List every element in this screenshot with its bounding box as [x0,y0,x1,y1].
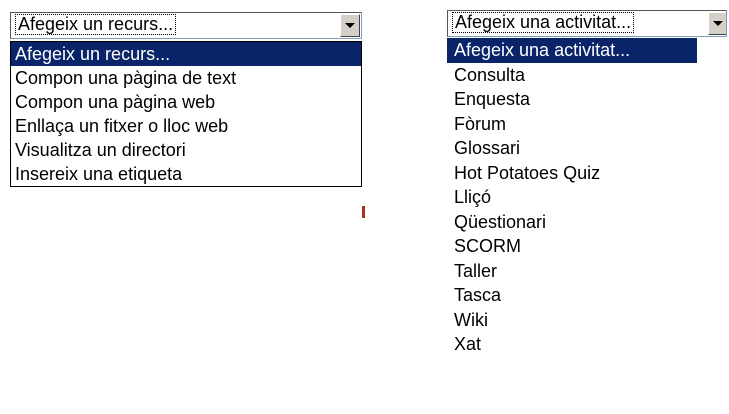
add-resource-dropdown[interactable]: Afegeix un recurs... Afegeix un recurs..… [10,12,362,187]
add-resource-select[interactable]: Afegeix un recurs... [10,12,362,39]
resource-option-web-page[interactable]: Compon una pàgina web [11,90,361,114]
resource-option-link-file[interactable]: Enllaça un fitxer o lloc web [11,114,361,138]
activity-option-hot-potatoes[interactable]: Hot Potatoes Quiz [447,161,697,186]
add-activity-options-list: Afegeix una activitat... Consulta Enques… [447,38,697,357]
activity-option-xat[interactable]: Xat [447,332,697,357]
activity-option-scorm[interactable]: SCORM [447,234,697,259]
activity-option-glossari[interactable]: Glossari [447,136,697,161]
activity-option-llico[interactable]: Lliçó [447,185,697,210]
activity-option-add[interactable]: Afegeix una activitat... [447,38,697,63]
chevron-down-icon[interactable] [708,12,726,35]
add-activity-select[interactable]: Afegeix una activitat... [447,10,727,37]
resource-option-directory[interactable]: Visualitza un directori [11,138,361,162]
resource-option-add[interactable]: Afegeix un recurs... [11,42,361,66]
resource-option-text-page[interactable]: Compon una pàgina de text [11,66,361,90]
add-activity-selected-value: Afegeix una activitat... [452,12,635,33]
activity-option-enquesta[interactable]: Enquesta [447,87,697,112]
activity-option-taller[interactable]: Taller [447,259,697,284]
activity-option-consulta[interactable]: Consulta [447,63,697,88]
add-activity-dropdown[interactable]: Afegeix una activitat... Afegeix una act… [447,10,729,357]
add-resource-selected-value: Afegeix un recurs... [15,14,177,35]
activity-option-forum[interactable]: Fòrum [447,112,697,137]
activity-option-wiki[interactable]: Wiki [447,308,697,333]
activity-option-questionari[interactable]: Qüestionari [447,210,697,235]
add-resource-options-list: Afegeix un recurs... Compon una pàgina d… [10,41,362,187]
activity-option-tasca[interactable]: Tasca [447,283,697,308]
background-accent-mark [362,206,365,218]
chevron-down-icon[interactable] [340,14,360,37]
resource-option-label[interactable]: Insereix una etiqueta [11,162,361,186]
